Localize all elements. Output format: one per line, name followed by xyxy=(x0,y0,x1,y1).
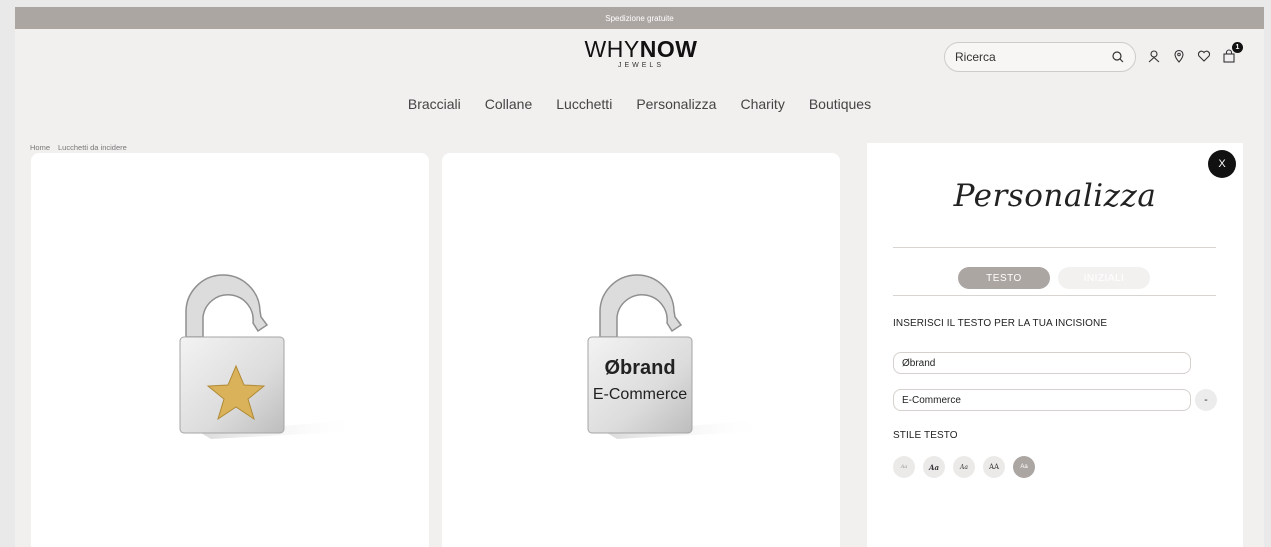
engraving-type-tabs: TESTO INIZIALI xyxy=(958,267,1150,289)
nav-item-bracciali[interactable]: Bracciali xyxy=(408,96,461,112)
style-option-script[interactable]: Aa xyxy=(893,456,915,478)
remove-line-button[interactable]: - xyxy=(1195,389,1217,411)
location-pin-icon[interactable] xyxy=(1171,48,1187,64)
style-option-bold-italic[interactable]: Aa xyxy=(923,456,945,478)
style-option-serif-caps[interactable]: AA xyxy=(983,456,1005,478)
padlock-body xyxy=(587,336,693,434)
cart-count-badge: 1 xyxy=(1232,42,1243,53)
promo-text: Spedizione gratuite xyxy=(605,13,674,23)
engraving-line-2: E-Commerce xyxy=(593,386,687,403)
padlock-star-illustration xyxy=(179,274,361,439)
divider xyxy=(893,247,1216,248)
nav-item-personalizza[interactable]: Personalizza xyxy=(636,96,716,112)
main-nav: Bracciali Collane Lucchetti Personalizza… xyxy=(15,96,1264,112)
product-image-star-padlock[interactable] xyxy=(31,153,429,547)
logo-subtitle: JEWELS xyxy=(617,62,664,69)
search-box xyxy=(944,42,1136,72)
engraving-line-1-input[interactable] xyxy=(893,352,1191,374)
text-style-options: Aa Aa Aa AA Aa xyxy=(893,456,1035,478)
personalize-panel: X Personalizza TESTO INIZIALI INSERISCI … xyxy=(867,143,1243,547)
breadcrumb-current: Lucchetti da incidere xyxy=(58,143,127,152)
panel-title: Personalizza xyxy=(953,178,1157,214)
tab-iniziali[interactable]: INIZIALI xyxy=(1058,267,1150,289)
search-input[interactable] xyxy=(955,50,1110,64)
nav-item-collane[interactable]: Collane xyxy=(485,96,532,112)
breadcrumb: Home Lucchetti da incidere xyxy=(30,143,127,152)
search-icon[interactable] xyxy=(1110,49,1125,65)
breadcrumb-home[interactable]: Home xyxy=(30,143,50,152)
padlock-engraved-illustration: Øbrand E-Commerce xyxy=(587,274,767,439)
product-image-engraved-padlock[interactable]: Øbrand E-Commerce xyxy=(442,153,840,547)
nav-item-charity[interactable]: Charity xyxy=(740,96,784,112)
shopping-bag-icon[interactable]: 1 xyxy=(1221,42,1243,64)
promo-bar: Spedizione gratuite xyxy=(15,7,1264,29)
engraving-text-label: INSERISCI IL TESTO PER LA TUA INCISIONE xyxy=(893,318,1108,329)
style-option-sans-selected[interactable]: Aa xyxy=(1013,456,1035,478)
site-header: WHYNOW JEWELS 1 Bracciali xyxy=(15,29,1264,152)
nav-item-lucchetti[interactable]: Lucchetti xyxy=(556,96,612,112)
logo-wordmark: WHYNOW xyxy=(584,36,698,62)
engraving-line-1: Øbrand xyxy=(604,357,675,379)
header-icons: 1 xyxy=(1146,42,1243,64)
nav-item-boutiques[interactable]: Boutiques xyxy=(809,96,871,112)
page: Spedizione gratuite WHYNOW JEWELS Ricerc… xyxy=(15,7,1264,547)
heart-icon[interactable] xyxy=(1196,48,1212,64)
close-button[interactable]: X xyxy=(1208,150,1236,178)
brand-logo[interactable]: WHYNOW JEWELS xyxy=(576,37,706,69)
tab-testo[interactable]: TESTO xyxy=(958,267,1050,289)
user-icon[interactable] xyxy=(1146,48,1162,64)
padlock-shackle xyxy=(599,274,683,338)
padlock-shackle xyxy=(185,274,269,338)
style-option-italic[interactable]: Aa xyxy=(953,456,975,478)
divider xyxy=(893,295,1216,296)
text-style-label: STILE TESTO xyxy=(893,430,958,441)
engraving-line-2-input[interactable] xyxy=(893,389,1191,411)
